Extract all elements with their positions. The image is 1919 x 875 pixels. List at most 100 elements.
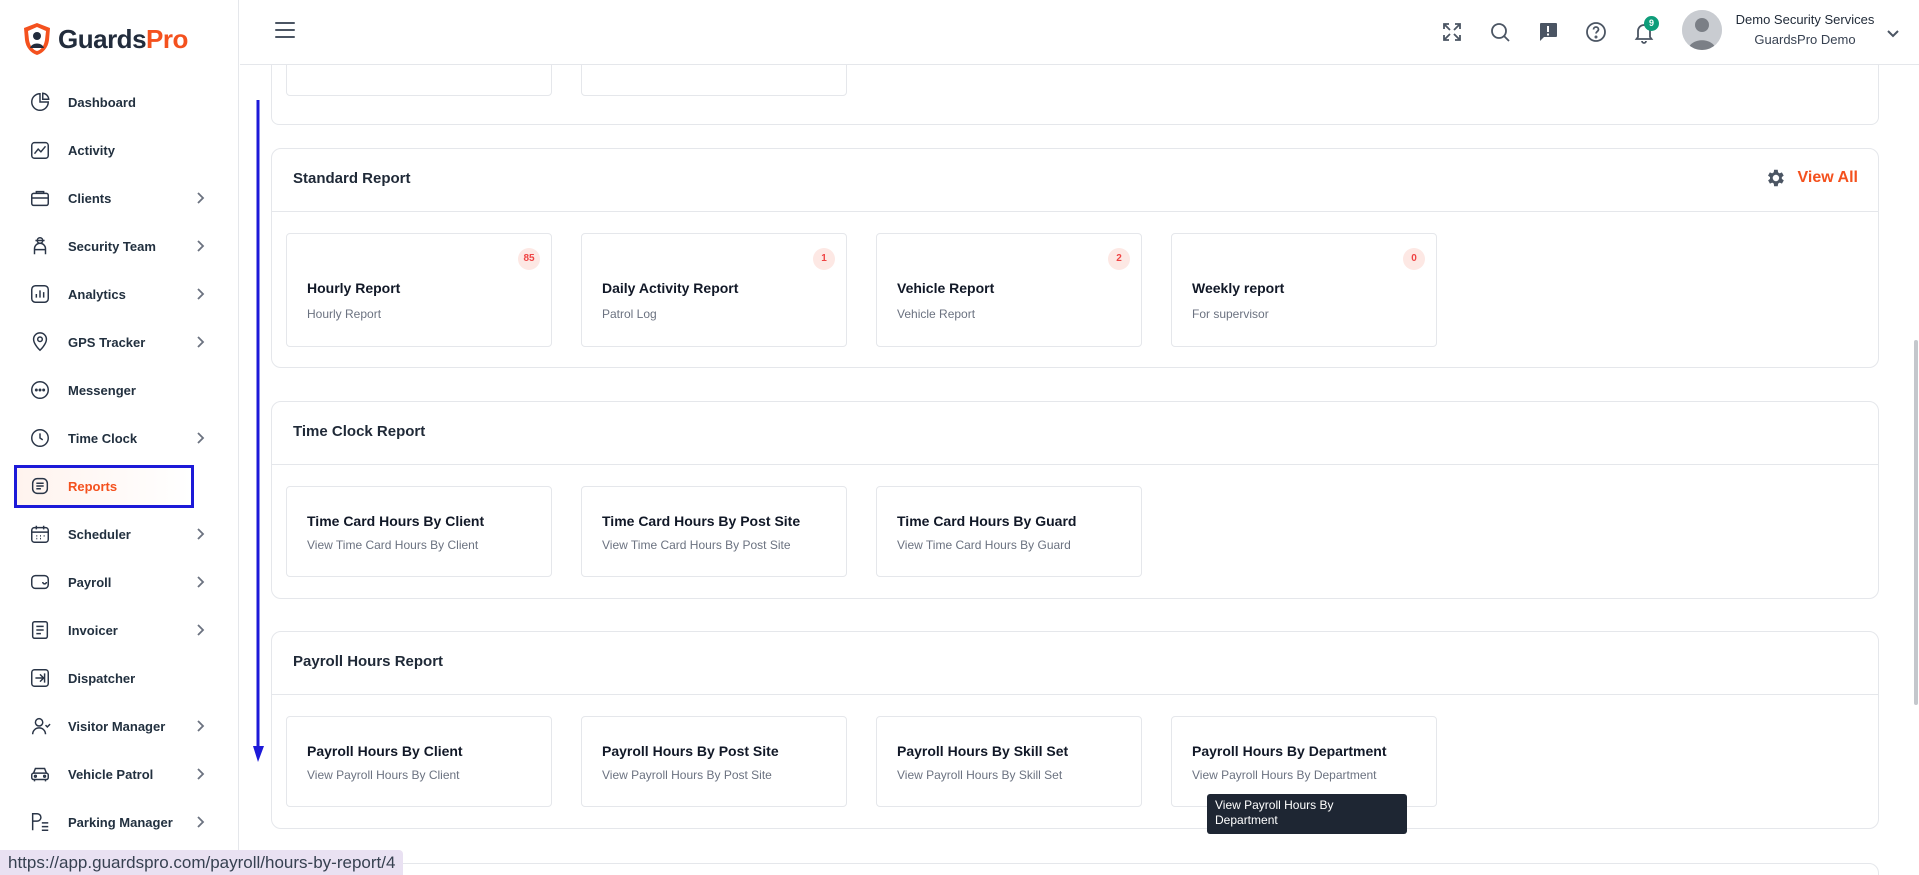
help-icon[interactable]	[1584, 20, 1608, 44]
chevron-right-icon[interactable]	[193, 623, 207, 637]
calendar-icon	[28, 522, 52, 546]
report-card[interactable]: Time Card Hours By Post Site View Time Ca…	[581, 486, 847, 577]
sidebar: GuardsPro Dashboard Activity Clients Securi…	[0, 0, 239, 875]
sidebar-item-reports[interactable]: Reports	[0, 462, 239, 510]
card-title: Payroll Hours By Client	[307, 743, 463, 759]
chevron-right-icon[interactable]	[193, 527, 207, 541]
sidebar-item-security-team[interactable]: Security Team	[0, 222, 239, 270]
sidebar-item-gps-tracker[interactable]: GPS Tracker	[0, 318, 239, 366]
sidebar-item-label: Visitor Manager	[68, 718, 166, 734]
report-card[interactable]: Time Card Hours By Guard View Time Card H…	[876, 486, 1142, 577]
search-icon[interactable]	[1488, 20, 1512, 44]
sidebar-item-payroll[interactable]: Payroll	[0, 558, 239, 606]
sidebar-item-label: Security Team	[68, 238, 156, 254]
report-card[interactable]: Time Card Hours By Client View Time Card …	[286, 486, 552, 577]
standard-report-section: Standard Report View All Hourly Report Ho…	[271, 148, 1879, 368]
count-badge: 1	[813, 248, 835, 270]
sidebar-item-vehicle-patrol[interactable]: Vehicle Patrol	[0, 750, 239, 798]
sidebar-item-label: GPS Tracker	[68, 334, 146, 350]
chevron-right-icon[interactable]	[193, 335, 207, 349]
menu-toggle-icon[interactable]	[275, 22, 295, 40]
report-card[interactable]: Weekly report For supervisor 0	[1171, 233, 1437, 347]
sidebar-item-label: Vehicle Patrol	[68, 766, 154, 782]
sidebar-item-dispatcher[interactable]: Dispatcher	[0, 654, 239, 702]
card-title: Hourly Report	[307, 280, 401, 296]
visitor-icon	[28, 714, 52, 738]
sidebar-item-label: Messenger	[68, 382, 136, 398]
feedback-icon[interactable]	[1536, 20, 1560, 44]
chevron-right-icon[interactable]	[193, 575, 207, 589]
report-card[interactable]: Payroll Hours By Client View Payroll Hour…	[286, 716, 552, 807]
previous-card[interactable]	[286, 65, 552, 96]
clock-icon	[28, 426, 52, 450]
view-all-button[interactable]: View All	[1764, 167, 1858, 189]
user-name[interactable]: Demo Security Services	[1730, 12, 1880, 27]
card-subtitle: View Time Card Hours By Client	[307, 538, 479, 552]
view-all-label: View All	[1797, 169, 1858, 186]
sidebar-item-activity[interactable]: Activity	[0, 126, 239, 174]
count-badge: 0	[1403, 248, 1425, 270]
card-title: Vehicle Report	[897, 280, 995, 296]
vertical-scrollbar[interactable]	[1913, 65, 1919, 875]
sidebar-item-label: Reports	[68, 478, 118, 494]
wallet-icon	[28, 570, 52, 594]
sidebar-item-label: Payroll	[68, 574, 112, 590]
report-card[interactable]: Payroll Hours By Post Site View Payroll H…	[581, 716, 847, 807]
report-card[interactable]: Hourly Report Hourly Report 85	[286, 233, 552, 347]
chevron-right-icon[interactable]	[193, 191, 207, 205]
card-subtitle: View Time Card Hours By Post Site	[602, 538, 791, 552]
chevron-right-icon[interactable]	[193, 287, 207, 301]
sidebar-item-dashboard[interactable]: Dashboard	[0, 78, 239, 126]
report-card[interactable]: Daily Activity Report Patrol Log 1	[581, 233, 847, 347]
tooltip: View Payroll Hours By Department	[1207, 794, 1407, 834]
chevron-right-icon[interactable]	[193, 431, 207, 445]
report-card[interactable]: Vehicle Report Vehicle Report 2	[876, 233, 1142, 347]
notification-count-badge: 9	[1644, 16, 1659, 31]
card-subtitle: Patrol Log	[602, 307, 657, 321]
sidebar-item-messenger[interactable]: Messenger	[0, 366, 239, 414]
sidebar-item-label: Time Clock	[68, 430, 138, 446]
fullscreen-icon[interactable]	[1440, 20, 1464, 44]
chevron-right-icon[interactable]	[193, 767, 207, 781]
main-content: Standard Report View All Hourly Report Ho…	[240, 65, 1919, 875]
report-card[interactable]: Payroll Hours By Skill Set View Payroll H…	[876, 716, 1142, 807]
user-org[interactable]: GuardsPro Demo	[1730, 32, 1880, 47]
sidebar-nav: Dashboard Activity Clients Security Team Ana…	[0, 78, 239, 846]
dispatch-icon	[28, 666, 52, 690]
status-bar-url: https://app.guardspro.com/payroll/hours-…	[0, 850, 404, 875]
sidebar-item-label: Scheduler	[68, 526, 131, 542]
chevron-right-icon[interactable]	[193, 719, 207, 733]
time-clock-report-section: Time Clock Report Time Card Hours By Cli…	[271, 401, 1879, 599]
brand-name: GuardsPro	[58, 23, 188, 54]
next-section	[271, 863, 1879, 875]
sidebar-item-label: Clients	[68, 190, 112, 206]
card-title: Time Card Hours By Post Site	[602, 513, 801, 529]
sidebar-item-scheduler[interactable]: Scheduler	[0, 510, 239, 558]
chevron-right-icon[interactable]	[193, 815, 207, 829]
user-avatar-icon	[1682, 10, 1722, 50]
card-subtitle: View Payroll Hours By Post Site	[602, 768, 772, 782]
sidebar-item-analytics[interactable]: Analytics	[0, 270, 239, 318]
avatar[interactable]	[1682, 10, 1722, 50]
section-title: Standard Report	[293, 170, 411, 187]
card-subtitle: View Time Card Hours By Guard	[897, 538, 1071, 552]
pie-chart-icon	[28, 90, 52, 114]
chevron-right-icon[interactable]	[193, 239, 207, 253]
chevron-down-icon[interactable]	[1886, 26, 1900, 40]
sidebar-item-invoicer[interactable]: Invoicer	[0, 606, 239, 654]
sidebar-item-clients[interactable]: Clients	[0, 174, 239, 222]
shield-logo-icon	[24, 23, 50, 55]
brand-logo[interactable]: GuardsPro	[22, 22, 188, 56]
scrollbar-thumb[interactable]	[1914, 340, 1918, 705]
invoice-icon	[28, 618, 52, 642]
payroll-hours-report-section: Payroll Hours Report Payroll Hours By Cl…	[271, 631, 1879, 829]
guard-icon	[28, 234, 52, 258]
sidebar-item-visitor-manager[interactable]: Visitor Manager	[0, 702, 239, 750]
sidebar-item-parking-manager[interactable]: Parking Manager	[0, 798, 239, 846]
previous-card[interactable]	[581, 65, 847, 96]
car-icon	[28, 762, 52, 786]
parking-icon	[28, 810, 52, 834]
sidebar-item-time-clock[interactable]: Time Clock	[0, 414, 239, 462]
card-title: Payroll Hours By Department	[1192, 743, 1387, 759]
chat-icon	[28, 378, 52, 402]
